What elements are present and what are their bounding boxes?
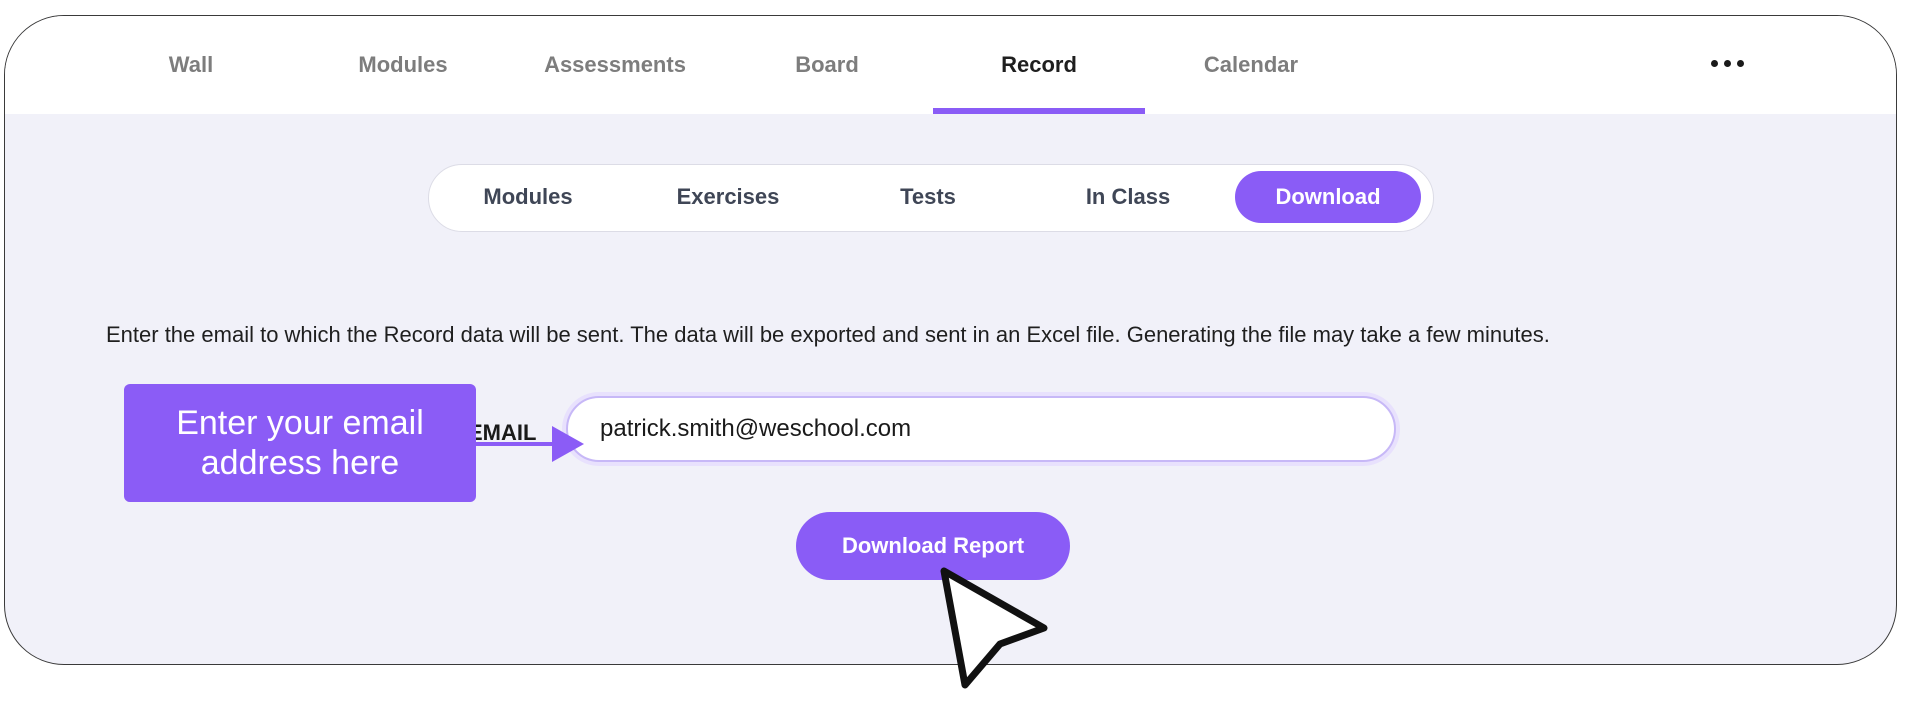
arrow-right-icon bbox=[476, 426, 584, 462]
cursor-icon bbox=[940, 567, 1048, 689]
overlay-graphics bbox=[476, 426, 1048, 689]
